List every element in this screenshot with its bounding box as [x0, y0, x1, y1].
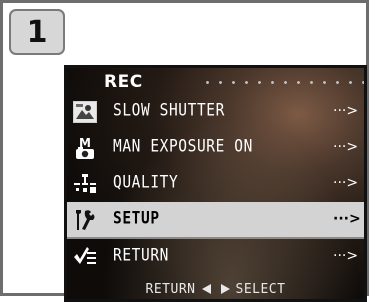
submenu-arrow-icon: ···> [333, 175, 359, 191]
setup-icon [73, 208, 97, 232]
button-guide: RETURN SELECT [67, 276, 364, 299]
menu-item-label: QUALITY [113, 173, 179, 193]
left-arrow-icon [201, 284, 211, 294]
quality-icon [73, 172, 97, 196]
return-hint: RETURN [145, 281, 196, 297]
return-icon [73, 245, 97, 269]
left-right-arrows [201, 284, 230, 294]
title-dotted-rule [201, 81, 364, 84]
submenu-arrow-icon: ···> [333, 248, 359, 264]
menu-item-slow-shutter[interactable]: SLOW SHUTTER ···> [67, 94, 364, 129]
menu-item-quality[interactable]: QUALITY ···> [67, 166, 364, 201]
menu-item-label: SLOW SHUTTER [113, 101, 225, 121]
step-number-badge: 1 [9, 9, 65, 55]
select-hint: SELECT [235, 281, 286, 297]
menu-item-return[interactable]: RETURN ···> [67, 239, 364, 274]
submenu-arrow-icon: ···> [333, 211, 361, 227]
menu-item-label: MAN EXPOSURE ON [113, 137, 253, 157]
menu-item-label: RETURN [113, 246, 169, 266]
right-arrow-icon [220, 284, 230, 294]
slow-shutter-icon [73, 100, 97, 124]
instruction-frame: 1 REC SLOW SHUTTER ···> M MAN EXPOSURE O… [0, 0, 369, 302]
manual-exposure-icon: M [73, 136, 97, 160]
menu-item-man-exposure[interactable]: M MAN EXPOSURE ON ···> [67, 130, 364, 165]
menu-item-label: SETUP [113, 209, 160, 229]
menu-item-setup[interactable]: SETUP ···> [67, 202, 364, 239]
camera-lcd-screen: REC SLOW SHUTTER ···> M MAN EXPOSURE ON … [64, 65, 367, 302]
submenu-arrow-icon: ···> [333, 103, 359, 119]
submenu-arrow-icon: ···> [333, 139, 359, 155]
